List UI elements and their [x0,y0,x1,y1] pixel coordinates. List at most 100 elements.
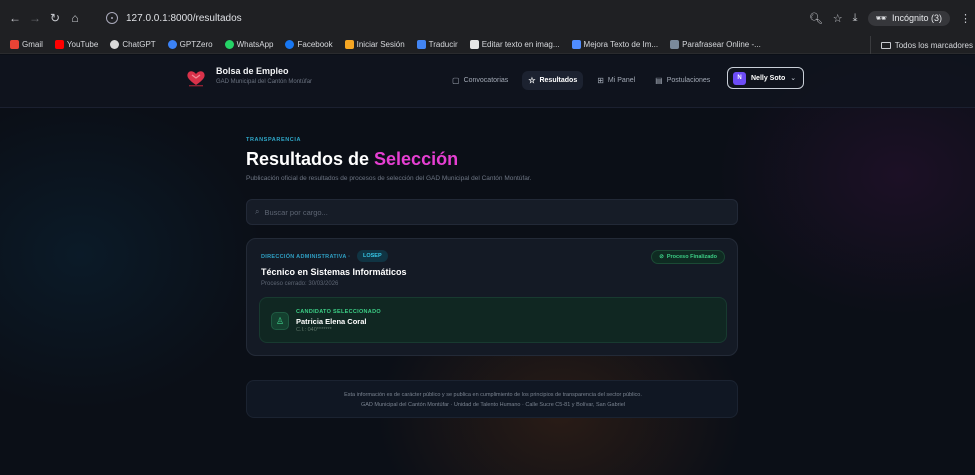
position-title: Técnico en Sistemas Informáticos [261,267,407,277]
bookmark-label: YouTube [66,40,99,49]
menu-icon[interactable]: ⋮ [960,12,971,25]
zoom-icon[interactable]: 🔍︎ [809,12,823,25]
nav-label: Convocatorias [463,77,509,84]
bookmark-paraphrase[interactable]: Parafrasear Online -... [664,40,767,49]
download-icon[interactable]: ⤓ [853,12,858,25]
brand-subtitle: GAD Municipal del Cantón Montúfar [216,79,313,85]
closed-date: Proceso cerrado: 30/03/2026 [261,281,339,287]
bookmark-star-icon[interactable]: ☆ [833,12,843,25]
check-circle-icon: ⊘ [659,254,664,260]
bookmark-label: GPTZero [179,40,213,49]
bookmark-label: ChatGPT [122,40,156,49]
title-accent: Selección [374,149,459,169]
chevron-down-icon: ⌄ [790,75,797,82]
bookmark-login[interactable]: Iniciar Sesión [339,40,411,49]
search-icon: ⌕ [255,207,260,216]
youtube-icon [54,40,64,49]
paraphrase-icon [670,40,680,49]
department-name: DIRECCIÓN ADMINISTRATIVA [261,254,347,260]
document-icon: ▢ [452,76,460,85]
incognito-icon: 🕶︎ [875,12,887,23]
candidate-label: CANDIDATO SELECCIONADO [296,309,381,315]
grid-icon: ⊞ [597,76,604,85]
bookmarks-bar: Gmail YouTube ChatGPT GPTZero WhatsApp F… [0,36,975,54]
home-icon[interactable]: ⌂ [68,11,82,25]
bookmark-improve-text[interactable]: Mejora Texto de Im... [566,40,665,49]
bookmark-facebook[interactable]: Facebook [279,40,338,49]
file-icon: ▤ [655,76,663,85]
transparency-footer: Esta información es de carácter público … [246,380,738,418]
url-text[interactable]: 127.0.0.1:8000/resultados [126,13,242,24]
reload-icon[interactable]: ↻ [48,11,62,25]
nav-label: Postulaciones [666,77,711,84]
back-icon[interactable]: ← [8,11,22,25]
separator: · [348,254,351,260]
nav-resultados[interactable]: ☆ Resultados [522,71,584,90]
all-bookmarks-label: Todos los marcadores [894,40,973,50]
address-bar[interactable]: 127.0.0.1:8000/resultados [100,8,830,28]
incognito-badge[interactable]: 🕶︎ Incógnito (3) [867,10,950,26]
edit-text-icon [469,40,479,49]
footer-line-2: GAD Municipal del Cantón Montúfar · Unid… [360,402,626,408]
status-label: Proceso Finalizado [666,254,717,260]
bookmark-label: WhatsApp [236,40,274,49]
nav-convocatorias[interactable]: ▢ Convocatorias [446,71,514,90]
department-label: DIRECCIÓN ADMINISTRATIVA · [261,254,350,260]
all-bookmarks-folder[interactable]: Todos los marcadores [869,36,973,54]
gptzero-icon [167,40,177,49]
user-menu[interactable]: N Nelly Soto ⌄ [727,67,804,89]
page-description: Publicación oficial de resultados de pro… [246,175,532,182]
bookmark-translate[interactable]: Traducir [411,40,464,49]
result-card: DIRECCIÓN ADMINISTRATIVA · LOSEP ⊘ Proce… [246,238,738,356]
title-main: Resultados de [246,149,375,169]
page: Bolsa de Empleo GAD Municipal del Cantón… [0,55,975,475]
user-name: Nelly Soto [751,74,786,82]
facebook-icon [285,40,295,49]
candidate-name: Patricia Elena Coral [296,317,367,326]
brand-title[interactable]: Bolsa de Empleo [216,66,289,76]
avatar: N [733,71,746,85]
bookmark-label: Editar texto en imag... [481,40,560,49]
regime-tag: LOSEP [357,250,388,262]
bookmark-gptzero[interactable]: GPTZero [162,40,219,49]
folder-icon [880,41,891,49]
section-eyebrow: TRANSPARENCIA [246,137,302,143]
bookmark-chatgpt[interactable]: ChatGPT [104,40,161,49]
browser-toolbar: ← → ↻ ⌂ 127.0.0.1:8000/resultados 🔍︎ ☆ ⤓… [0,0,975,36]
translate-icon [416,40,426,49]
bookmark-gmail[interactable]: Gmail [4,40,49,49]
nav-mi-panel[interactable]: ⊞ Mi Panel [591,71,641,90]
bookmark-whatsapp[interactable]: WhatsApp [219,40,280,49]
main-nav: ▢ Convocatorias ☆ Resultados ⊞ Mi Panel … [446,71,716,90]
search-input[interactable] [264,207,705,217]
footer-line-1: Esta información es de carácter público … [344,392,642,398]
bookmark-label: Iniciar Sesión [356,40,405,49]
bookmark-label: Parafrasear Online -... [682,40,761,49]
site-info-icon[interactable] [106,12,118,24]
candidate-id: C.I.: 040******* [296,327,332,333]
bookmark-label: Gmail [22,40,43,49]
nav-postulaciones[interactable]: ▤ Postulaciones [649,71,716,90]
nav-label: Mi Panel [607,77,636,84]
bookmark-label: Facebook [297,40,333,49]
app-header: Bolsa de Empleo GAD Municipal del Cantón… [0,55,975,108]
nav-label: Resultados [539,77,578,84]
page-title: Resultados de Selección [246,149,458,170]
status-badge: ⊘ Proceso Finalizado [651,250,725,264]
bookmark-edit-text[interactable]: Editar texto en imag... [464,40,566,49]
incognito-label: Incógnito (3) [891,13,942,23]
search-box[interactable]: ⌕ [246,199,738,225]
selected-candidate: ♙ CANDIDATO SELECCIONADO Patricia Elena … [259,297,727,343]
whatsapp-icon [224,40,234,49]
improve-text-icon [571,40,581,49]
bookmark-label: Traducir [428,40,458,49]
login-icon [344,40,354,49]
star-icon: ☆ [528,76,536,85]
user-icon: ♙ [271,312,289,330]
bookmark-youtube[interactable]: YouTube [49,40,104,49]
logo-icon[interactable] [185,69,207,87]
chatgpt-icon [110,40,120,49]
bookmark-label: Mejora Texto de Im... [583,40,659,49]
gmail-icon [10,40,19,49]
forward-icon[interactable]: → [28,11,42,25]
